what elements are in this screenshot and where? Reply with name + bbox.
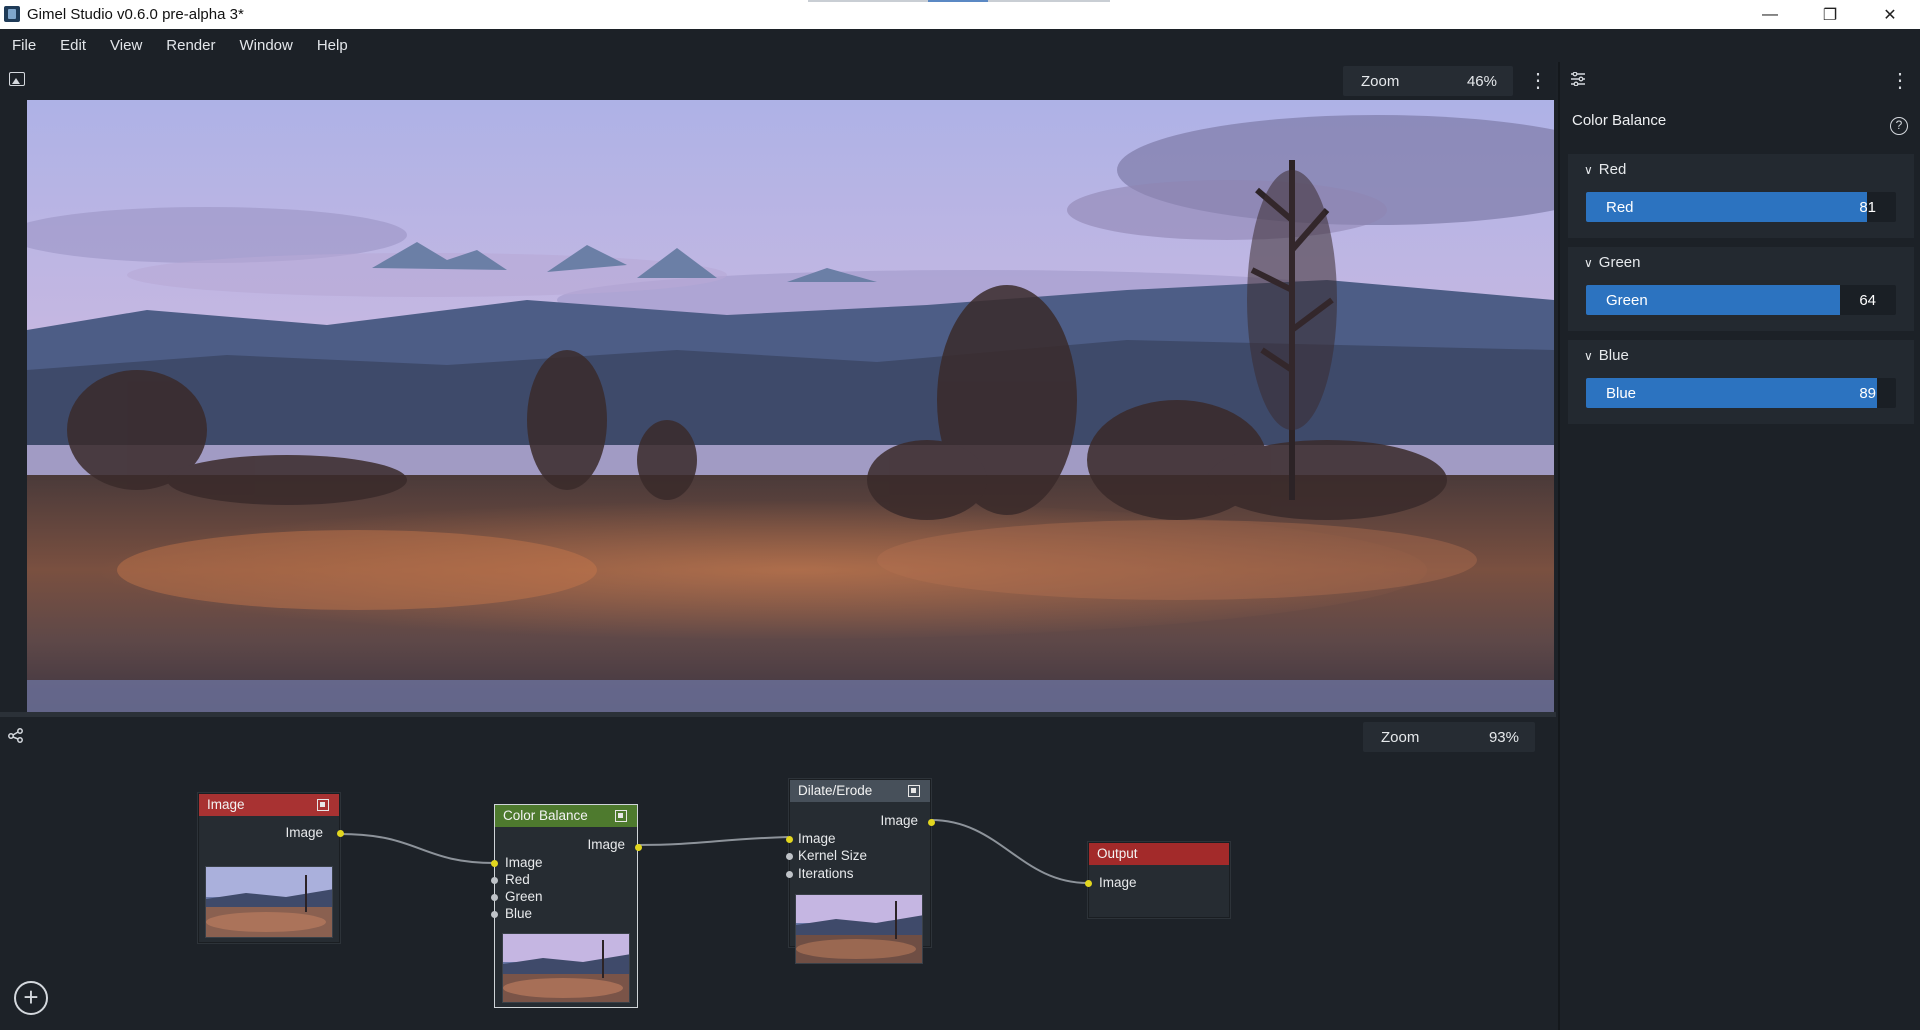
- help-icon[interactable]: ?: [1890, 117, 1908, 135]
- green-section-header[interactable]: ∨ Green: [1584, 254, 1641, 271]
- section-heading: Blue: [1598, 347, 1629, 364]
- input-label: Image: [505, 855, 543, 870]
- blue-slider[interactable]: Blue 89: [1586, 378, 1896, 408]
- image-icon[interactable]: [9, 72, 25, 86]
- image-node-thumbnail: [205, 866, 333, 938]
- image-node-header[interactable]: Image: [199, 794, 339, 816]
- close-button[interactable]: ✕: [1860, 0, 1920, 29]
- minimize-button[interactable]: —: [1740, 0, 1800, 29]
- menu-help[interactable]: Help: [317, 37, 348, 54]
- viewport-zoom-value: 46%: [1466, 72, 1497, 90]
- output-node-input-image[interactable]: Image: [1085, 875, 1229, 891]
- color-balance-output-label: Image: [587, 837, 625, 852]
- menu-window[interactable]: Window: [239, 37, 292, 54]
- dilate-erode-node[interactable]: Dilate/Erode Image Image Kernel Size Ite…: [786, 779, 935, 964]
- green-slider[interactable]: Green 64: [1586, 285, 1896, 315]
- input-label: Red: [505, 872, 530, 887]
- color-balance-thumbnail: [502, 933, 630, 1003]
- input-label: Image: [1099, 875, 1137, 890]
- image-node[interactable]: Image Image: [198, 793, 344, 943]
- color-balance-input-red[interactable]: Red: [491, 872, 635, 888]
- input-label: Iterations: [798, 866, 854, 881]
- input-label: Blue: [505, 906, 533, 921]
- dilate-erode-node-title: Dilate/Erode: [798, 783, 873, 798]
- image-node-output-label: Image: [285, 825, 323, 840]
- node-preview-toggle-icon[interactable]: [908, 785, 920, 797]
- app-logo-icon: [4, 6, 20, 22]
- red-section-header[interactable]: ∨ Red: [1584, 161, 1626, 178]
- chevron-down-icon: ∨: [1584, 349, 1593, 363]
- viewport-zoom-control[interactable]: Zoom 46%: [1343, 66, 1513, 96]
- chevron-down-icon: ∨: [1584, 163, 1593, 177]
- viewport-more-icon[interactable]: ⋮: [1528, 68, 1548, 93]
- node-preview-toggle-icon[interactable]: [615, 810, 627, 822]
- slider-value: 81: [1859, 199, 1876, 216]
- section-heading: Green: [1598, 254, 1641, 271]
- input-label: Image: [798, 831, 836, 846]
- rendered-image: [27, 100, 1554, 712]
- menu-edit[interactable]: Edit: [60, 37, 86, 54]
- input-label: Kernel Size: [798, 848, 868, 863]
- green-section: ∨ Green Green 64: [1568, 247, 1914, 331]
- image-viewport[interactable]: [0, 100, 1556, 712]
- color-balance-input-blue[interactable]: Blue: [491, 906, 635, 922]
- maximize-button[interactable]: ❐: [1800, 0, 1860, 29]
- output-node[interactable]: Output Image: [1085, 842, 1230, 918]
- node-preview-toggle-icon[interactable]: [317, 799, 329, 811]
- viewport-toolbar: Zoom 46% ⋮: [0, 62, 1556, 100]
- red-slider[interactable]: Red 81: [1586, 192, 1896, 222]
- properties-toolbar: ⋮: [1560, 62, 1920, 100]
- dilate-erode-input-iterations[interactable]: Iterations: [786, 866, 930, 882]
- menu-bar: File Edit View Render Window Help: [0, 29, 1920, 62]
- output-node-title: Output: [1097, 846, 1138, 861]
- properties-more-icon[interactable]: ⋮: [1890, 68, 1910, 93]
- color-balance-input-green[interactable]: Green: [491, 889, 635, 905]
- blue-section: ∨ Blue Blue 89: [1568, 340, 1914, 424]
- slider-value: 64: [1859, 292, 1876, 309]
- menu-file[interactable]: File: [12, 37, 36, 54]
- slider-label: Green: [1606, 292, 1648, 309]
- color-balance-node-header[interactable]: Color Balance: [495, 805, 637, 827]
- section-heading: Red: [1598, 161, 1627, 178]
- slider-value: 89: [1859, 385, 1876, 402]
- dilate-erode-thumbnail: [795, 894, 923, 964]
- red-section: ∨ Red Red 81: [1568, 154, 1914, 238]
- menu-view[interactable]: View: [110, 37, 142, 54]
- blue-section-header[interactable]: ∨ Blue: [1584, 347, 1629, 364]
- image-node-output: Image: [285, 825, 323, 840]
- title-bar-indicator-active: [928, 0, 988, 2]
- window-title: Gimel Studio v0.6.0 pre-alpha 3*: [27, 6, 244, 23]
- dilate-erode-input-image[interactable]: Image: [786, 831, 930, 847]
- color-balance-node[interactable]: Color Balance Image Image Red Green Blue: [491, 804, 642, 1008]
- menu-render[interactable]: Render: [166, 37, 215, 54]
- title-bar: Gimel Studio v0.6.0 pre-alpha 3* — ❐ ✕: [0, 0, 1920, 29]
- viewport-zoom-label: Zoom: [1361, 72, 1400, 90]
- add-node-button[interactable]: +: [14, 981, 48, 1015]
- image-node-title: Image: [207, 797, 245, 812]
- node-editor[interactable]: Zoom 93% Image Image Color Balance Image: [0, 717, 1556, 1030]
- properties-title: Color Balance: [1572, 112, 1667, 129]
- dilate-erode-node-header[interactable]: Dilate/Erode: [790, 780, 930, 802]
- output-node-header[interactable]: Output: [1089, 843, 1229, 865]
- input-label: Green: [505, 889, 543, 904]
- sliders-icon[interactable]: [1570, 71, 1586, 91]
- dilate-erode-output-label: Image: [880, 813, 918, 828]
- dilate-erode-output: Image: [880, 813, 918, 828]
- slider-label: Blue: [1606, 385, 1637, 402]
- color-balance-output: Image: [587, 837, 625, 852]
- slider-label: Red: [1606, 199, 1634, 216]
- dilate-erode-input-kernel-size[interactable]: Kernel Size: [786, 848, 930, 864]
- color-balance-input-image[interactable]: Image: [491, 855, 635, 871]
- chevron-down-icon: ∨: [1584, 256, 1593, 270]
- color-balance-node-title: Color Balance: [503, 808, 588, 823]
- properties-panel: ⋮ Color Balance ? ∨ Red Red 81 ∨ Green Gre…: [1558, 62, 1920, 1030]
